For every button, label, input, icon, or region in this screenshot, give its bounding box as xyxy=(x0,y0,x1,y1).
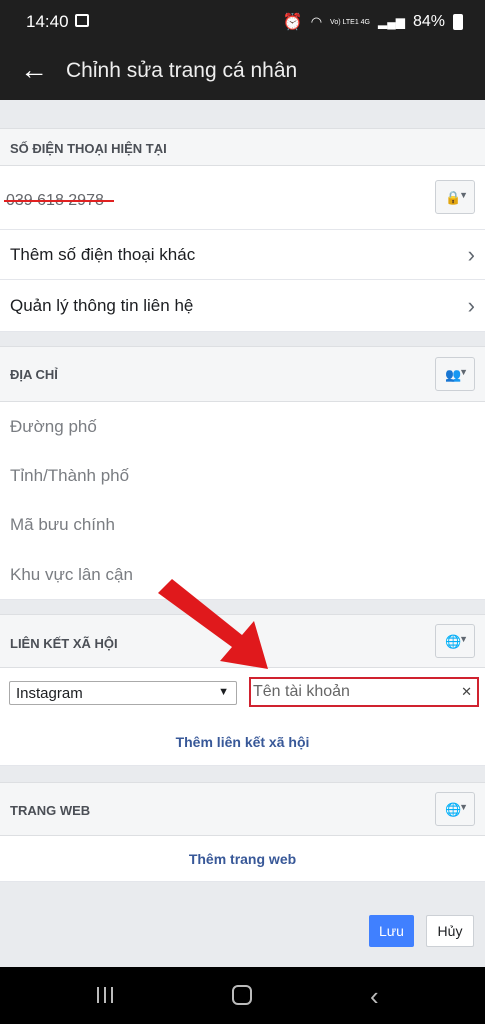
alarm-icon: ⏰ xyxy=(282,14,303,31)
street-placeholder: Đường phố xyxy=(10,417,97,436)
phone-privacy-button[interactable]: 🔒 ▼ xyxy=(435,180,475,214)
battery-icon xyxy=(453,14,463,30)
add-website-link[interactable]: Thêm trang web xyxy=(0,851,485,867)
account-name-field[interactable]: ✕ xyxy=(249,677,479,707)
signal-icon: ▂▄▆ xyxy=(378,15,405,29)
social-network-select[interactable]: Instagram ▼ xyxy=(9,681,237,705)
status-icons: ⏰ ◠ Vo) LTE1 4G ▂▄▆ 84% xyxy=(283,12,463,32)
clear-icon[interactable]: ✕ xyxy=(461,684,472,700)
neighborhood-placeholder: Khu vực lân cận xyxy=(10,565,133,584)
add-social-row: Thêm liên kết xã hội xyxy=(0,718,485,766)
save-button[interactable]: Lưu xyxy=(369,915,414,947)
add-website-row: Thêm trang web xyxy=(0,836,485,882)
status-bar: 14:40 ⏰ ◠ Vo) LTE1 4G ▂▄▆ 84% xyxy=(0,0,485,44)
network-indicator: Vo) LTE1 4G xyxy=(330,18,370,26)
redaction-strike xyxy=(4,200,114,202)
home-icon[interactable] xyxy=(232,985,252,1005)
account-name-input[interactable] xyxy=(253,682,458,702)
address-section-header: ĐỊA CHỈ 👥 ▼ xyxy=(0,346,485,402)
city-input[interactable]: Tỉnh/Thành phố xyxy=(0,452,485,502)
manage-contact-row[interactable]: Quản lý thông tin liên hệ › xyxy=(0,280,485,332)
cancel-button[interactable]: Hủy xyxy=(426,915,474,947)
nav-back-icon[interactable]: ‹ xyxy=(370,981,379,1012)
social-section-title: LIÊN KẾT XÃ HỘI xyxy=(10,636,118,651)
chevron-right-icon: › xyxy=(467,293,475,318)
website-section-header: TRANG WEB 🌐 ▼ xyxy=(0,782,485,836)
chevron-right-icon: › xyxy=(467,242,475,267)
social-link-row: Instagram ▼ ✕ xyxy=(0,668,485,718)
system-nav-bar: ‹ xyxy=(0,967,485,1024)
social-privacy-button[interactable]: 🌐 ▼ xyxy=(435,624,475,658)
zip-input[interactable]: Mã bưu chính xyxy=(0,502,485,552)
recents-icon[interactable] xyxy=(97,987,115,1003)
chevron-down-icon: ▼ xyxy=(459,802,468,812)
add-phone-label: Thêm số điện thoại khác xyxy=(10,245,196,264)
manage-contact-label: Quản lý thông tin liên hệ xyxy=(10,296,194,315)
address-section-title: ĐỊA CHỈ xyxy=(10,367,58,382)
add-social-link[interactable]: Thêm liên kết xã hội xyxy=(0,734,485,750)
city-placeholder: Tỉnh/Thành phố xyxy=(10,466,130,485)
app-bar: ← Chỉnh sửa trang cá nhân xyxy=(0,44,485,100)
gallery-icon xyxy=(75,14,89,27)
phone-section-header: SỐ ĐIỆN THOẠI HIỆN TẠI xyxy=(0,128,485,166)
chevron-down-icon: ▼ xyxy=(459,190,468,200)
address-privacy-button[interactable]: 👥 ▼ xyxy=(435,357,475,391)
chevron-down-icon: ▼ xyxy=(459,367,468,377)
add-phone-row[interactable]: Thêm số điện thoại khác › xyxy=(0,230,485,280)
zip-placeholder: Mã bưu chính xyxy=(10,515,115,534)
chevron-down-icon: ▼ xyxy=(459,634,468,644)
arrow-left-icon[interactable]: ← xyxy=(20,55,48,85)
annotation-arrow-icon xyxy=(158,579,268,669)
current-phone-row: 039 618 2978 🔒 ▼ xyxy=(0,166,485,230)
website-privacy-button[interactable]: 🌐 ▼ xyxy=(435,792,475,826)
phone-section-title: SỐ ĐIỆN THOẠI HIỆN TẠI xyxy=(10,141,167,156)
website-section-title: TRANG WEB xyxy=(10,803,91,818)
status-time: 14:40 xyxy=(26,12,69,31)
battery-percent: 84% xyxy=(412,13,445,30)
wifi-icon: ◠ xyxy=(310,14,323,29)
street-input[interactable]: Đường phố xyxy=(0,402,485,452)
page-title: Chỉnh sửa trang cá nhân xyxy=(66,59,298,82)
chevron-down-icon: ▼ xyxy=(218,686,229,698)
social-network-value: Instagram xyxy=(16,685,83,702)
